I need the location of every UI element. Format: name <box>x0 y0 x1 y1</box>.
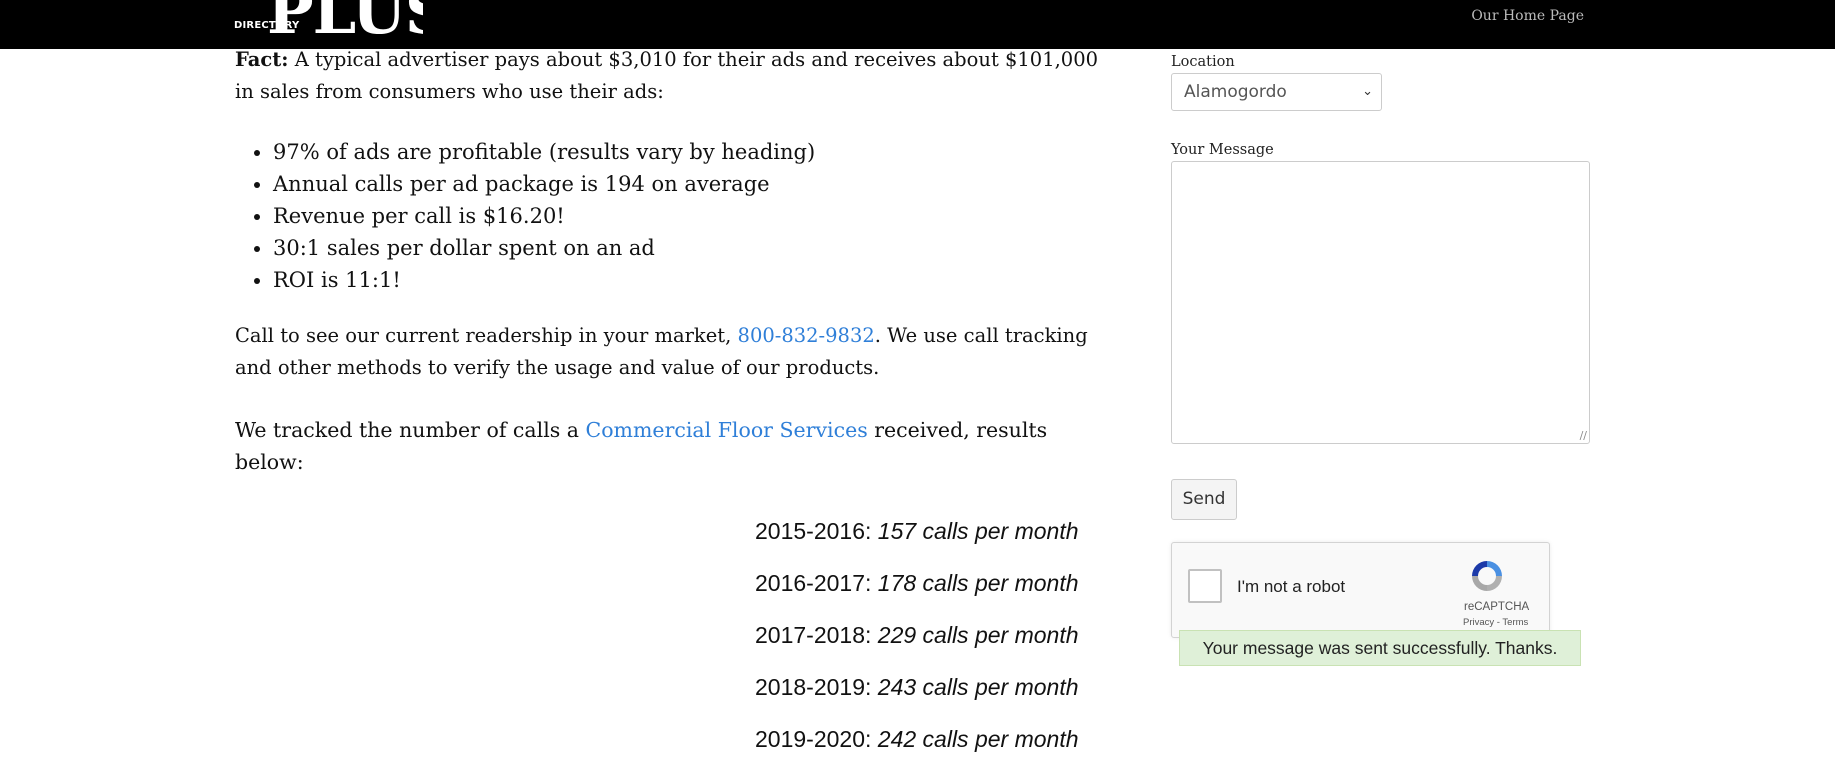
fact-paragraph: Fact: A typical advertiser pays about $3… <box>235 44 1115 108</box>
fact-label: Fact: <box>235 48 289 71</box>
call-paragraph: Call to see our current readership in yo… <box>235 320 1115 384</box>
list-item: 30:1 sales per dollar spent on an ad <box>273 232 815 264</box>
recaptcha-logo-icon <box>1472 561 1502 591</box>
top-navbar: PLUS DIRECTORY Our Home Page <box>0 0 1835 49</box>
logo-tagline: DIRECTORY <box>234 20 300 31</box>
location-selected-value: Alamogordo <box>1184 82 1287 102</box>
stats-bullet-list: 97% of ads are profitable (results vary … <box>235 136 815 296</box>
stat-value: 178 calls per month <box>877 570 1079 596</box>
stat-row: 2018-2019: 243 calls per month <box>755 669 1079 721</box>
message-label: Your Message <box>1171 142 1274 158</box>
fact-text: A typical advertiser pays about $3,010 f… <box>235 48 1099 103</box>
tracked-text: We tracked the number of calls a <box>235 418 586 442</box>
stat-period: 2017-2018: <box>755 622 878 648</box>
stat-value: 242 calls per month <box>877 726 1079 752</box>
site-logo[interactable]: PLUS DIRECTORY <box>233 0 423 49</box>
location-label: Location <box>1171 54 1235 70</box>
stat-period: 2019-2020: <box>755 726 878 752</box>
list-item: 97% of ads are profitable (results vary … <box>273 136 815 168</box>
commercial-floor-services-link[interactable]: Commercial Floor Services <box>586 418 868 442</box>
list-item: ROI is 11:1! <box>273 264 815 296</box>
success-message: Your message was sent successfully. Than… <box>1179 630 1581 666</box>
stat-row: 2015-2016: 157 calls per month <box>755 513 1079 565</box>
list-item: Annual calls per ad package is 194 on av… <box>273 168 815 200</box>
phone-link[interactable]: 800-832-9832 <box>738 324 875 347</box>
stat-row: 2019-2020: 242 calls per month <box>755 721 1079 773</box>
home-page-link[interactable]: Our Home Page <box>1471 8 1584 24</box>
call-text: Call to see our current readership in yo… <box>235 324 738 347</box>
tracked-paragraph: We tracked the number of calls a Commerc… <box>235 414 1115 478</box>
recaptcha-checkbox[interactable] <box>1188 569 1222 603</box>
stat-row: 2016-2017: 178 calls per month <box>755 565 1079 617</box>
list-item: Revenue per call is $16.20! <box>273 200 815 232</box>
message-textarea[interactable]: ∕∕ <box>1171 161 1590 444</box>
stat-value: 243 calls per month <box>877 674 1079 700</box>
stat-period: 2016-2017: <box>755 570 878 596</box>
location-select[interactable]: Alamogordo ⌄ <box>1171 73 1382 111</box>
chevron-down-icon: ⌄ <box>1362 84 1373 99</box>
stat-value: 157 calls per month <box>877 518 1079 544</box>
resize-handle-icon[interactable]: ∕∕ <box>1580 430 1587 441</box>
stat-row: 2017-2018: 229 calls per month <box>755 617 1079 669</box>
stat-period: 2015-2016: <box>755 518 878 544</box>
recaptcha-terms-link[interactable]: Privacy - Terms <box>1463 617 1528 628</box>
call-stats: 2015-2016: 157 calls per month 2016-2017… <box>755 513 1079 773</box>
recaptcha-label: I'm not a robot <box>1237 577 1346 596</box>
stat-period: 2018-2019: <box>755 674 878 700</box>
recaptcha-widget: I'm not a robot reCAPTCHA Privacy - Term… <box>1171 542 1550 638</box>
send-button[interactable]: Send <box>1171 479 1237 520</box>
stat-value: 229 calls per month <box>877 622 1079 648</box>
recaptcha-brand: reCAPTCHA <box>1464 601 1530 613</box>
